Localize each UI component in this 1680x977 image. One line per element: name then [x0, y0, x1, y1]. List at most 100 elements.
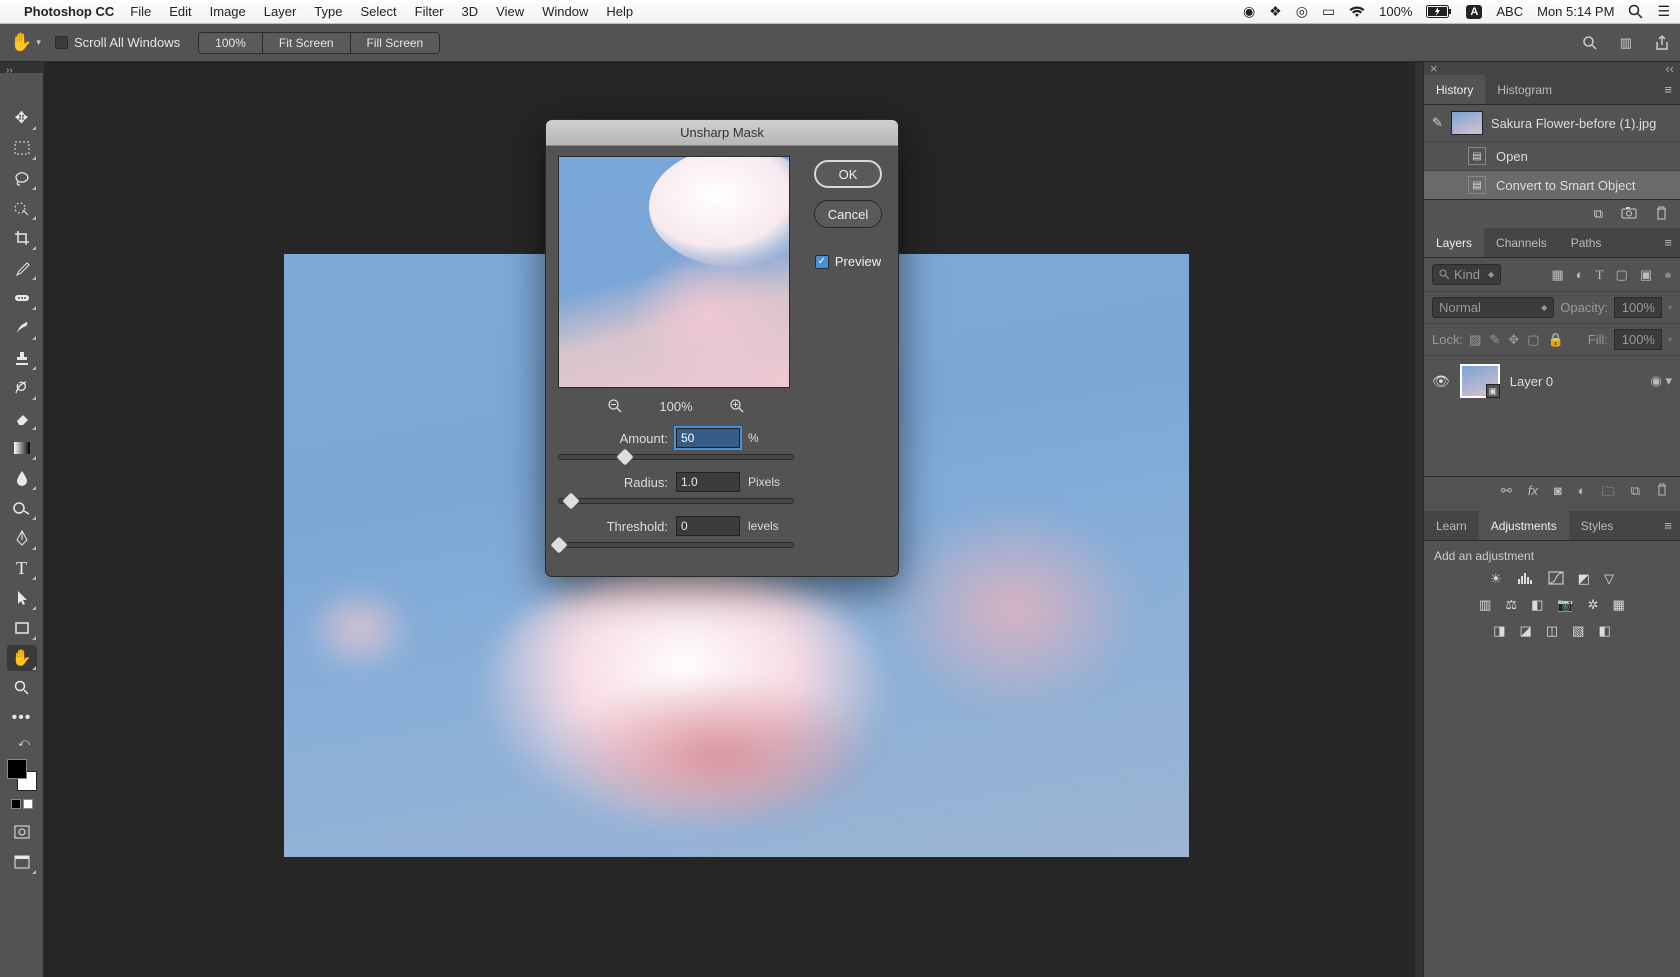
history-panel-menu-icon[interactable]: ≡ — [1664, 82, 1672, 97]
zoom-tool[interactable] — [7, 675, 37, 701]
menu-file[interactable]: File — [130, 4, 151, 19]
invert-icon[interactable]: ◨ — [1493, 623, 1505, 639]
menu-window[interactable]: Window — [542, 4, 588, 19]
layer-name[interactable]: Layer 0 — [1510, 374, 1553, 389]
selective-color-icon[interactable]: ◧ — [1598, 623, 1610, 639]
exposure-icon[interactable]: ◩ — [1578, 571, 1590, 587]
photo-filter-icon[interactable]: 📷 — [1557, 597, 1573, 613]
fx-icon[interactable]: fx — [1528, 483, 1538, 505]
new-layer-icon[interactable]: ⧉ — [1631, 483, 1640, 505]
frame-icon[interactable]: ▥ — [1620, 35, 1632, 51]
new-snapshot-icon[interactable]: ⧉ — [1594, 206, 1603, 222]
tab-channels[interactable]: Channels — [1484, 228, 1559, 257]
visibility-icon[interactable]: 👁 — [1432, 373, 1450, 390]
cancel-button[interactable]: Cancel — [814, 200, 882, 228]
filter-shape-icon[interactable]: ▢ — [1616, 267, 1628, 283]
fill-screen-button[interactable]: Fill Screen — [351, 33, 440, 53]
menu-edit[interactable]: Edit — [169, 4, 191, 19]
mask-icon[interactable]: ◙ — [1554, 483, 1562, 505]
group-icon[interactable]: 🗀 — [1602, 483, 1615, 505]
posterize-icon[interactable]: ◪ — [1520, 623, 1532, 639]
tab-paths[interactable]: Paths — [1559, 228, 1614, 257]
fill-value[interactable]: 100% — [1614, 329, 1662, 350]
filter-kind-dropdown[interactable]: Kind ◆ — [1432, 264, 1501, 285]
zoom-value[interactable]: 100% — [199, 33, 263, 53]
marquee-tool[interactable] — [7, 135, 37, 161]
threshold-input[interactable] — [676, 516, 740, 536]
tab-history[interactable]: History — [1424, 75, 1485, 104]
dodge-tool[interactable] — [7, 495, 37, 521]
edit-toolbar-button[interactable]: ••• — [7, 705, 37, 731]
filter-toggle-icon[interactable]: ● — [1664, 267, 1672, 283]
channel-mixer-icon[interactable]: ✲ — [1588, 597, 1599, 613]
scroll-all-checkbox[interactable] — [55, 36, 68, 49]
healing-tool[interactable] — [7, 285, 37, 311]
menu-select[interactable]: Select — [360, 4, 396, 19]
pen-tool[interactable] — [7, 525, 37, 551]
panel-collapse-icon[interactable]: ‹‹ — [1665, 61, 1674, 76]
menu-3d[interactable]: 3D — [462, 4, 479, 19]
color-balance-icon[interactable]: ⚖ — [1505, 597, 1517, 613]
filter-smart-icon[interactable]: ▣ — [1640, 267, 1652, 283]
camera-icon[interactable] — [1621, 206, 1637, 222]
stamp-tool[interactable] — [7, 345, 37, 371]
fit-screen-button[interactable]: Fit Screen — [263, 33, 351, 53]
menu-help[interactable]: Help — [606, 4, 633, 19]
default-colors-icon[interactable] — [11, 799, 33, 809]
vibrance-icon[interactable]: ▽ — [1604, 571, 1614, 587]
eyedropper-tool[interactable] — [7, 255, 37, 281]
threshold-icon[interactable]: ◫ — [1546, 623, 1558, 639]
layers-panel-menu-icon[interactable]: ≡ — [1664, 235, 1672, 250]
menubar-list-icon[interactable]: ☰ — [1657, 3, 1670, 20]
blur-tool[interactable] — [7, 465, 37, 491]
history-step-smart-object[interactable]: ▤ Convert to Smart Object — [1424, 170, 1680, 199]
filter-preview[interactable] — [558, 156, 790, 388]
quick-mask-button[interactable] — [7, 819, 37, 845]
shape-tool[interactable] — [7, 615, 37, 641]
input-source-badge[interactable]: A — [1466, 5, 1482, 19]
link-layers-icon[interactable]: ⚯ — [1501, 483, 1512, 505]
dialog-title[interactable]: Unsharp Mask — [546, 120, 898, 146]
tab-layers[interactable]: Layers — [1424, 228, 1484, 257]
status-wifi-icon[interactable] — [1349, 6, 1365, 18]
threshold-slider[interactable] — [558, 542, 794, 548]
adjustments-panel-menu-icon[interactable]: ≡ — [1664, 518, 1672, 533]
app-name[interactable]: Photoshop CC — [24, 4, 114, 19]
path-select-tool[interactable] — [7, 585, 37, 611]
delete-layer-icon[interactable] — [1656, 483, 1668, 505]
active-tool-icon[interactable]: ✋ — [10, 32, 32, 53]
menu-type[interactable]: Type — [314, 4, 342, 19]
filter-adjust-icon[interactable]: ◐ — [1576, 267, 1584, 283]
ok-button[interactable]: OK — [814, 160, 882, 188]
status-dropbox-icon[interactable]: ❖ — [1269, 3, 1282, 20]
amount-slider[interactable] — [558, 454, 794, 460]
menu-filter[interactable]: Filter — [415, 4, 444, 19]
input-source-label[interactable]: ABC — [1496, 4, 1523, 19]
spotlight-icon[interactable] — [1628, 4, 1643, 19]
screen-mode-button[interactable] — [7, 849, 37, 875]
amount-input[interactable] — [676, 428, 740, 448]
status-airplay-icon[interactable]: ▭ — [1322, 3, 1335, 20]
zoom-out-icon[interactable] — [607, 398, 623, 414]
quick-select-tool[interactable] — [7, 195, 37, 221]
layer-thumbnail[interactable]: ▣ — [1460, 364, 1500, 398]
curves-icon[interactable] — [1548, 571, 1564, 587]
menu-layer[interactable]: Layer — [264, 4, 297, 19]
radius-slider[interactable] — [558, 498, 794, 504]
filter-pixel-icon[interactable]: ▦ — [1551, 267, 1563, 283]
levels-icon[interactable] — [1516, 571, 1534, 587]
search-icon[interactable] — [1582, 35, 1598, 51]
blend-mode-dropdown[interactable]: Normal◆ — [1432, 297, 1554, 318]
status-battery-icon[interactable] — [1426, 5, 1452, 18]
smart-filter-toggle-icon[interactable]: ◉ ▾ — [1651, 373, 1672, 389]
crop-tool[interactable] — [7, 225, 37, 251]
tab-adjustments[interactable]: Adjustments — [1479, 511, 1569, 540]
history-step-open[interactable]: ▤ Open — [1424, 141, 1680, 170]
gradient-map-icon[interactable]: ▧ — [1572, 623, 1584, 639]
eraser-tool[interactable] — [7, 405, 37, 431]
share-icon[interactable] — [1654, 35, 1670, 51]
tool-preset-chevron-icon[interactable]: ▾ — [36, 37, 41, 48]
preview-checkbox[interactable]: ✓ — [815, 255, 829, 269]
history-document-row[interactable]: ✎ Sakura Flower-before (1).jpg — [1424, 105, 1680, 141]
lock-transparent-icon[interactable]: ▨ — [1469, 332, 1481, 348]
